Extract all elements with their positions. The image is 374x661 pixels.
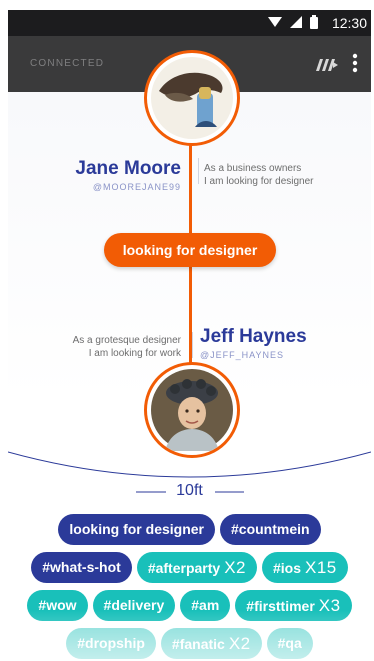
hashtag-pill[interactable]: #afterparty X2	[136, 552, 257, 583]
hashtag-label: #qa	[277, 635, 302, 651]
tag-row: #dropship #fanatic X2 #qa	[8, 628, 371, 659]
user-name[interactable]: Jane Moore	[75, 158, 181, 180]
hashtag-pill[interactable]: #ios X15	[261, 552, 348, 583]
hashtag-label: #fanatic	[171, 636, 225, 652]
hashtag-label: #dropship	[77, 635, 145, 651]
hashtag-pill[interactable]: #fanatic X2	[160, 628, 262, 659]
status-time: 12:30	[331, 15, 367, 31]
bio-line: As a grotesque designer	[72, 335, 181, 346]
hashtag-label: #delivery	[103, 597, 165, 613]
bio-line: I am looking for work	[88, 348, 181, 359]
portrait-bird-image	[151, 57, 233, 139]
tag-row: #what-s-hot #afterparty X2 #ios X15	[8, 552, 371, 583]
hashtag-label: #wow	[38, 597, 77, 613]
hashtag-label: looking for designer	[69, 521, 204, 537]
hashtag-label: #ios	[272, 560, 301, 576]
hashtag-pill[interactable]: #countmein	[220, 514, 321, 545]
divider	[198, 158, 199, 184]
hashtag-pill[interactable]: #dropship	[66, 628, 156, 659]
hashtag-pill[interactable]: #firsttimer X3	[235, 590, 352, 621]
avatar-jeff[interactable]	[144, 362, 240, 458]
avatar-jane[interactable]	[144, 50, 240, 146]
more-vert-icon[interactable]	[352, 53, 358, 73]
tag-row: #wow #delivery #am #firsttimer X3	[8, 590, 371, 621]
match-tag-pill[interactable]: looking for designer	[104, 233, 276, 267]
hashtag-label: #what-s-hot	[42, 559, 121, 575]
divider	[192, 332, 193, 358]
hashtag-count: X15	[305, 558, 337, 577]
user-bio: As a grotesque designer I am looking for…	[73, 334, 181, 360]
portrait-boy-image	[151, 369, 233, 451]
hashtag-pill[interactable]: #wow	[27, 590, 88, 621]
hashtag-pill[interactable]: #delivery	[92, 590, 176, 621]
user-name[interactable]: Jeff Haynes	[200, 326, 307, 348]
hashtag-count: X2	[224, 558, 246, 577]
user-handle: @JEFF_HAYNES	[200, 350, 284, 360]
hashtag-count: X3	[318, 596, 341, 615]
bio-line: I am looking for designer	[204, 176, 314, 187]
wifi-icon	[268, 17, 282, 27]
signal-icon	[290, 16, 302, 28]
hashtag-label: #countmein	[231, 521, 310, 537]
distance-label: 10ft	[176, 482, 203, 499]
hashtag-pill[interactable]: #am	[180, 590, 231, 621]
status-bar: 12:30	[8, 10, 371, 36]
hashtag-pill[interactable]: looking for designer	[58, 514, 215, 545]
connection-status: CONNECTED	[30, 58, 105, 69]
hashtag-label: #am	[191, 597, 220, 613]
hashtag-pill[interactable]: #what-s-hot	[31, 552, 132, 583]
hashtag-label: #afterparty	[147, 560, 221, 576]
bio-line: As a business owners	[204, 163, 302, 174]
tag-row: looking for designer #countmein	[8, 514, 371, 545]
hashtag-label: #firsttimer	[246, 598, 315, 614]
user-bio: As a business owners I am looking for de…	[204, 162, 314, 188]
hashtag-count: X2	[228, 634, 251, 653]
hashtag-pill[interactable]: #qa	[266, 628, 313, 659]
battery-icon	[310, 15, 318, 29]
app-screen: 12:30 CONNECTED Jane Moore @MOOREJANE99	[8, 10, 371, 661]
user-handle: @MOOREJANE99	[92, 182, 181, 192]
brand-logo-icon[interactable]	[314, 59, 338, 71]
